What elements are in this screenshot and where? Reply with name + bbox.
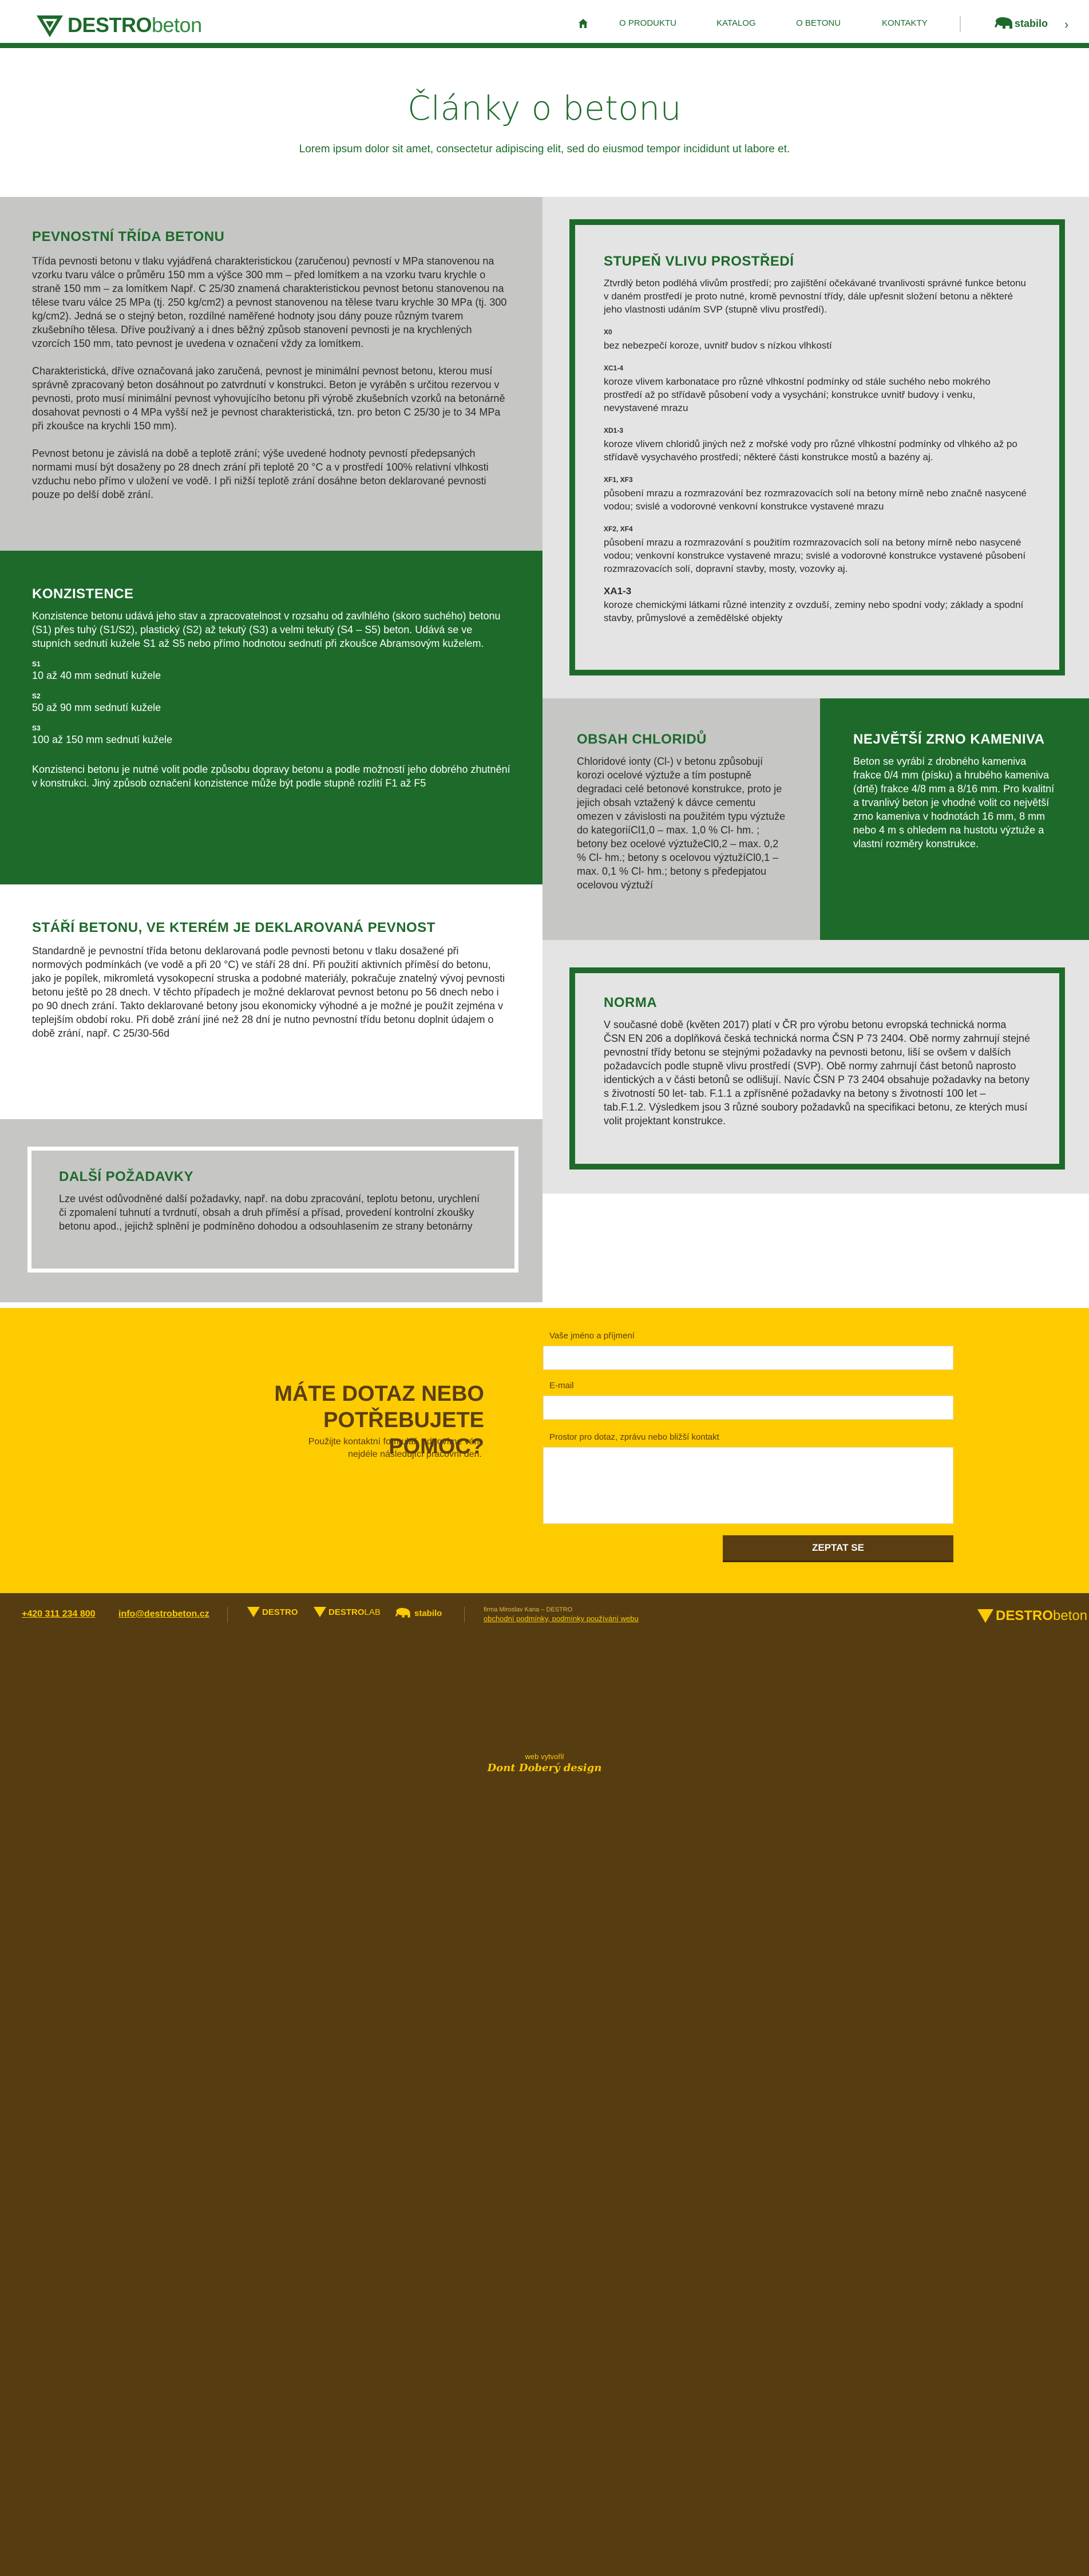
class-code: XF1, XF3 bbox=[604, 476, 633, 484]
footer-phone-link[interactable]: +420 311 234 800 bbox=[22, 1609, 96, 1619]
level-text: 100 až 150 mm sednutí kužele bbox=[32, 734, 173, 745]
article-title: NORMA bbox=[604, 995, 658, 1010]
article-paragraph: Třída pevnosti betonu v tlaku vyjádřená … bbox=[32, 255, 507, 349]
footer-divider bbox=[227, 1607, 228, 1623]
class-text: působení mrazu a rozmrazování bez rozmra… bbox=[604, 488, 1027, 512]
company-name: firma Miroslav Kana – DESTRO bbox=[484, 1606, 573, 1613]
article-paragraph: Chloridové ionty (Cl-) v betonu způsobuj… bbox=[577, 756, 786, 891]
level-code: S3 bbox=[32, 724, 41, 732]
article-paragraph: Ztvrdlý beton podléhá vlivům prostředí; … bbox=[604, 278, 1027, 315]
class-text: bez nebezpečí koroze, uvnitř budov s níz… bbox=[604, 340, 832, 351]
page-title: Články o betonu bbox=[407, 89, 682, 128]
footer-brand-destrolab[interactable]: DESTROLAB bbox=[314, 1607, 381, 1617]
nav-item-kontakty[interactable]: KONTAKTY bbox=[882, 18, 928, 28]
brand-label: DESTROLAB bbox=[328, 1607, 381, 1617]
contact-section: MÁTE DOTAZ NEBO POTŘEBUJETE POMOC? Použij… bbox=[0, 1308, 1089, 1593]
name-label: Vaše jméno a příjmení bbox=[549, 1331, 635, 1341]
footer-email-link[interactable]: info@destrobeton.cz bbox=[118, 1609, 209, 1619]
article-paragraph: Pevnost betonu je závislá na době a tepl… bbox=[32, 448, 489, 500]
level-code: S1 bbox=[32, 660, 41, 668]
article-paragraph: Lze uvést odůvodněné další požadavky, na… bbox=[59, 1193, 480, 1232]
footer-bar: +420 311 234 800 info@destrobeton.cz DES… bbox=[0, 1593, 1089, 1639]
article-paragraph: Konzistence betonu udává jeho stav a zpr… bbox=[32, 610, 501, 649]
email-input[interactable] bbox=[543, 1396, 953, 1420]
article-title: PEVNOSTNÍ TŘÍDA BETONU bbox=[32, 229, 225, 244]
level-text: 10 až 40 mm sednutí kužele bbox=[32, 670, 161, 681]
footer-brand-destro[interactable]: DESTRO bbox=[247, 1607, 298, 1617]
site-header: DESTRObeton O PRODUKTU KATALOG O BETONU … bbox=[0, 0, 1089, 48]
nav-item-o-betonu[interactable]: O BETONU bbox=[796, 18, 841, 28]
article-dalsi-pozadavky: DALŠÍ POŽADAVKY Lze uvést odůvodněné dal… bbox=[0, 1119, 542, 1302]
home-icon[interactable] bbox=[578, 18, 588, 29]
footer-credit: web vytvořil Dont Doberý design bbox=[0, 1752, 1089, 1774]
article-stari-betonu: STÁŘÍ BETONU, VE KTERÉM JE DEKLAROVANÁ P… bbox=[0, 884, 542, 1119]
logo-wordmark: DESTRObeton bbox=[68, 13, 202, 37]
message-textarea[interactable] bbox=[543, 1447, 953, 1524]
article-title: OBSAH CHLORIDŮ bbox=[577, 732, 707, 747]
brand-label: stabilo bbox=[414, 1608, 442, 1618]
nav-item-o-produktu[interactable]: O PRODUKTU bbox=[619, 18, 676, 28]
page-hero: Články o betonu Lorem ipsum dolor sit am… bbox=[0, 53, 1089, 197]
article-title: KONZISTENCE bbox=[32, 586, 134, 602]
article-obsah-chloridu: OBSAH CHLORIDŮ Chloridové ionty (Cl-) v … bbox=[542, 698, 820, 940]
article-frame: DALŠÍ POŽADAVKY Lze uvést odůvodněné dal… bbox=[27, 1147, 518, 1273]
article-nejvetsi-zrno: NEJVĚTŠÍ ZRNO KAMENIVA Beton se vyrábí z… bbox=[820, 698, 1089, 940]
brand-label: DESTRO bbox=[262, 1607, 298, 1617]
article-paragraph: Charakteristická, dříve označovaná jako … bbox=[32, 365, 505, 432]
footer-company-info: firma Miroslav Kana – DESTRO obchodní po… bbox=[484, 1606, 639, 1623]
submit-button[interactable]: ZEPTAT SE bbox=[723, 1535, 953, 1560]
footer-brand-stabilo[interactable]: stabilo bbox=[395, 1607, 442, 1619]
name-input[interactable] bbox=[543, 1346, 953, 1370]
class-code: XC1-4 bbox=[604, 364, 624, 372]
chevron-right-icon[interactable]: › bbox=[1064, 17, 1068, 32]
logo-triangle-icon bbox=[977, 1609, 993, 1623]
article-paragraph: Beton se vyrábí z drobného kameniva frak… bbox=[853, 756, 1055, 850]
class-code: X0 bbox=[604, 328, 612, 336]
class-code: XF2, XF4 bbox=[604, 525, 633, 533]
footer-logo[interactable]: DESTRObeton bbox=[977, 1608, 1087, 1624]
article-paragraph: Standardně je pevnostní třída betonu dek… bbox=[32, 945, 505, 1039]
elephant-icon bbox=[395, 1607, 410, 1618]
article-pevnostni-trida: PEVNOSTNÍ TŘÍDA BETONU Třída pevnosti be… bbox=[0, 197, 542, 551]
site-footer: +420 311 234 800 info@destrobeton.cz DES… bbox=[0, 1593, 1089, 2576]
article-title: DALŠÍ POŽADAVKY bbox=[59, 1169, 194, 1184]
credit-author-link[interactable]: Dont Doberý design bbox=[0, 1762, 1089, 1774]
logo-wordmark: DESTRObeton bbox=[996, 1608, 1088, 1623]
nav-item-katalog[interactable]: KATALOG bbox=[716, 18, 756, 28]
page-subtitle: Lorem ipsum dolor sit amet, consectetur … bbox=[299, 143, 790, 155]
logo-triangle-icon bbox=[37, 15, 63, 37]
credit-label: web vytvořil bbox=[525, 1752, 564, 1761]
elephant-icon bbox=[995, 17, 1012, 29]
article-title: STUPEŇ VLIVU PROSTŘEDÍ bbox=[604, 254, 794, 269]
class-text: koroze vlivem karbonatace pro různé vlhk… bbox=[604, 376, 991, 413]
article-title: NEJVĚTŠÍ ZRNO KAMENIVA bbox=[853, 732, 1045, 747]
terms-link[interactable]: obchodní podmínky, podmínky používání we… bbox=[484, 1614, 639, 1623]
level-text: 50 až 90 mm sednutí kužele bbox=[32, 702, 161, 713]
contact-subtitle: Použijte kontaktní formulář, odpovíme vá… bbox=[308, 1437, 482, 1459]
class-text: koroze chemickými látkami různé intenzit… bbox=[604, 599, 1024, 623]
email-label: E-mail bbox=[549, 1381, 574, 1390]
triangle-icon bbox=[314, 1607, 326, 1617]
class-code: XA1-3 bbox=[604, 586, 632, 596]
class-text: koroze vlivem chloridů jiných než z mořs… bbox=[604, 438, 1017, 463]
article-title: STÁŘÍ BETONU, VE KTERÉM JE DEKLAROVANÁ P… bbox=[32, 920, 435, 935]
stabilo-label: stabilo bbox=[1015, 17, 1048, 29]
stabilo-link[interactable]: stabilo bbox=[994, 16, 1048, 31]
footer-divider bbox=[464, 1607, 465, 1623]
site-logo[interactable]: DESTRObeton bbox=[35, 11, 202, 39]
article-paragraph: V současné době (květen 2017) platí v ČR… bbox=[604, 1019, 1031, 1127]
message-label: Prostor pro dotaz, zprávu nebo bližší ko… bbox=[549, 1432, 719, 1442]
article-stupen-vlivu: STUPEŇ VLIVU PROSTŘEDÍ Ztvrdlý beton pod… bbox=[569, 219, 1065, 675]
article-paragraph: Konzistenci betonu je nutné volit podle … bbox=[32, 764, 510, 789]
article-konzistence: KONZISTENCE Konzistence betonu udává jeh… bbox=[0, 551, 542, 884]
article-norma: NORMA V současné době (květen 2017) plat… bbox=[569, 967, 1065, 1170]
triangle-icon bbox=[247, 1607, 260, 1617]
nav-divider bbox=[960, 16, 961, 32]
class-text: působení mrazu a rozmrazování s použitím… bbox=[604, 537, 1026, 574]
level-code: S2 bbox=[32, 692, 41, 700]
class-code: XD1-3 bbox=[604, 426, 624, 434]
